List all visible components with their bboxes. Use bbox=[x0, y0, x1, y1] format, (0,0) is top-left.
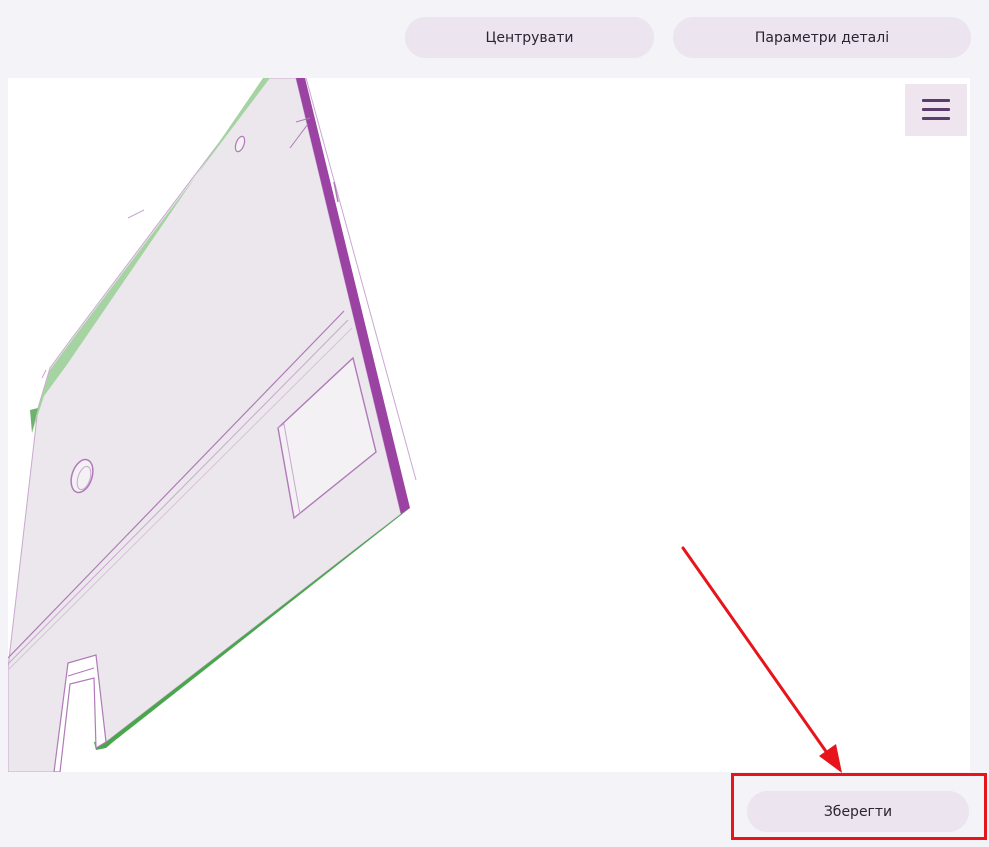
part-parameters-button[interactable]: Параметри деталі bbox=[673, 17, 971, 58]
sheet-metal-part-model[interactable] bbox=[8, 78, 970, 772]
3d-viewport[interactable] bbox=[8, 78, 970, 772]
menu-button[interactable] bbox=[905, 84, 967, 136]
center-button[interactable]: Центрувати bbox=[405, 17, 654, 58]
app-window: Центрувати Параметри деталі Зберегти bbox=[0, 0, 989, 847]
save-button[interactable]: Зберегти bbox=[747, 791, 969, 832]
